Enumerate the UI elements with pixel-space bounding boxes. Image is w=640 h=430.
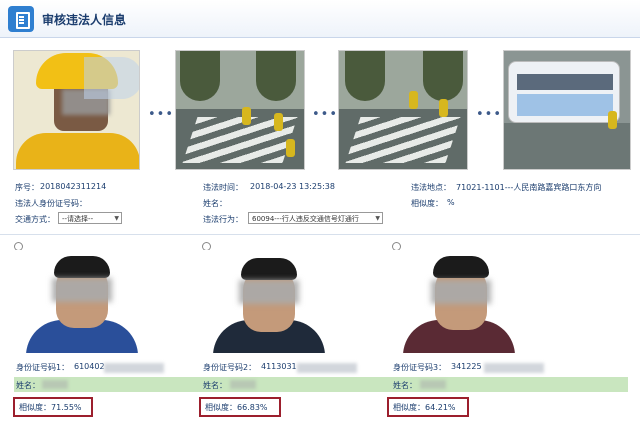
- chevron-down-icon: ▼: [114, 215, 119, 222]
- section-divider: [0, 234, 640, 235]
- candidate-1-similarity-box: 相似度：71.55%: [13, 397, 93, 417]
- chevron-down-icon: ▼: [375, 215, 380, 222]
- cyclist: [608, 111, 617, 129]
- violator-similarity-value: %: [447, 198, 455, 207]
- bus: [508, 61, 620, 123]
- candidate-3-name-bar: 姓名：: [380, 377, 628, 392]
- face-blur-mask: [239, 280, 299, 304]
- hair: [433, 256, 489, 278]
- id-blur-mask: [297, 363, 357, 373]
- candidate-3-similarity-label: 相似度：: [393, 403, 425, 412]
- transport-mode-label: 交通方式：: [15, 215, 55, 224]
- violator-id-label: 违法人身份证号码：: [15, 199, 87, 208]
- candidate-2-id-value: 4113031: [261, 362, 297, 371]
- cyclist: [274, 113, 283, 131]
- candidate-2-id-label: 身份证号码2：: [203, 363, 257, 372]
- candidate-1-id-value: 610402: [74, 362, 105, 371]
- transport-mode-selected: --请选择--: [62, 215, 94, 223]
- rider-jacket: [16, 133, 139, 169]
- candidate-2-similarity-value: 66.83%: [237, 403, 268, 412]
- name-blur-mask: [230, 380, 256, 389]
- violation-time-value: 2018-04-23 13:25:38: [250, 182, 335, 191]
- bus-windows: [517, 74, 613, 90]
- transport-mode-select[interactable]: --请选择-- ▼: [58, 212, 122, 224]
- capture-photo-bus[interactable]: [503, 50, 631, 170]
- cyclist: [439, 99, 448, 117]
- candidate-2-similarity-label: 相似度：: [205, 403, 237, 412]
- candidate-1-name-bar: 姓名：: [14, 377, 182, 392]
- serial-label: 序号：: [15, 183, 39, 192]
- id-blur-mask: [104, 363, 164, 373]
- road: [504, 123, 630, 169]
- violator-similarity-label: 相似度：: [411, 199, 443, 208]
- candidate-2-photo[interactable]: [203, 250, 335, 353]
- document-icon: [8, 6, 34, 32]
- candidate-1-similarity-label: 相似度：: [19, 403, 51, 412]
- tree: [345, 51, 385, 101]
- photo-separator: •••: [476, 107, 503, 122]
- capture-photo-crosswalk-1[interactable]: [175, 50, 305, 170]
- page-title: 审核违法人信息: [42, 13, 127, 27]
- candidate-3-id-value: 341225: [451, 362, 482, 371]
- candidate-3-similarity-box: 相似度：64.21%: [387, 397, 469, 417]
- cyclist: [286, 139, 295, 157]
- candidate-2-name-label: 姓名：: [203, 381, 227, 390]
- violation-location-label: 违法地点：: [411, 183, 451, 192]
- name-blur-mask: [42, 380, 68, 389]
- cyclist: [409, 91, 418, 109]
- photo-separator: •••: [148, 107, 175, 122]
- violator-name-label: 姓名：: [203, 199, 227, 208]
- photo-separator: •••: [312, 107, 339, 122]
- helmet-visor: [84, 57, 139, 99]
- crosswalk-stripes: [345, 117, 461, 163]
- page-header: 审核违法人信息: [0, 0, 640, 38]
- candidate-1-id-label: 身份证号码1：: [16, 363, 70, 372]
- violation-location-value: 71021-1101---人民南路嘉宾路口东方向: [456, 183, 602, 192]
- candidate-3-name-label: 姓名：: [393, 381, 417, 390]
- face-blur-mask: [52, 278, 112, 302]
- name-blur-mask: [420, 380, 446, 389]
- candidate-2-similarity-box: 相似度：66.83%: [199, 397, 281, 417]
- tree: [256, 51, 296, 101]
- bus-livery: [517, 94, 613, 116]
- candidate-1-name-label: 姓名：: [16, 381, 40, 390]
- violation-behavior-select[interactable]: 60094---行人违反交通信号灯通行 ▼: [248, 212, 383, 224]
- hair: [241, 258, 297, 280]
- capture-photo-crosswalk-2[interactable]: [338, 50, 468, 170]
- candidate-3-photo[interactable]: [393, 250, 526, 353]
- candidate-1-similarity-value: 71.55%: [51, 403, 82, 412]
- serial-value: 2018042311214: [40, 182, 107, 191]
- violation-behavior-selected: 60094---行人违反交通信号灯通行: [252, 215, 359, 223]
- tree: [180, 51, 220, 101]
- face-blur-mask: [431, 280, 491, 304]
- id-blur-mask: [484, 363, 544, 373]
- candidate-3-similarity-value: 64.21%: [425, 403, 456, 412]
- candidate-3-id-label: 身份证号码3：: [393, 363, 447, 372]
- capture-photo-closeup[interactable]: [13, 50, 140, 170]
- hair: [54, 256, 110, 278]
- candidate-2-name-bar: 姓名：: [182, 377, 380, 392]
- candidate-1-photo[interactable]: [16, 250, 147, 353]
- cyclist: [242, 107, 251, 125]
- violation-behavior-label: 违法行为：: [203, 215, 243, 224]
- violation-time-label: 违法时间：: [203, 183, 243, 192]
- tree: [423, 51, 463, 101]
